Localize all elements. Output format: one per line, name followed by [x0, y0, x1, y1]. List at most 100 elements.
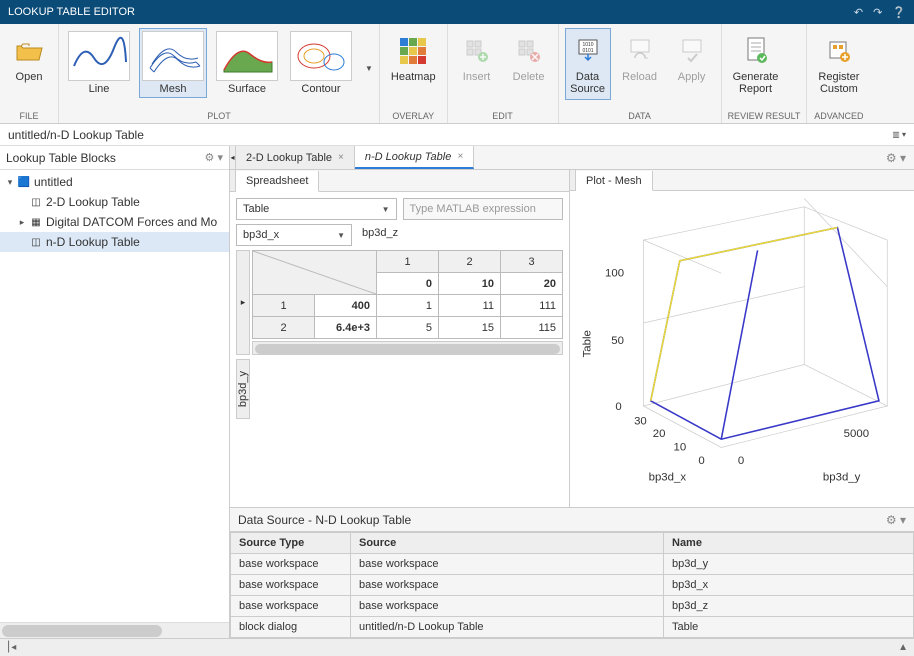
ribbon-group-data: 10100101 Data Source Reload Apply DATA	[559, 24, 722, 123]
nav-first-icon[interactable]: ⎮◂	[6, 642, 16, 653]
row-index[interactable]: 2	[253, 317, 315, 339]
apply-icon	[674, 33, 710, 69]
sidebar-header: Lookup Table Blocks ⚙ ▾	[0, 146, 229, 170]
bp-col[interactable]: 0	[377, 273, 439, 295]
y-axis-handle[interactable]: bp3d_y	[236, 359, 250, 419]
register-icon	[821, 33, 857, 69]
cell[interactable]: 115	[501, 317, 563, 339]
ds-row[interactable]: base workspacebase workspacebp3d_z	[231, 596, 914, 617]
reload-button: Reload	[617, 28, 663, 88]
col-source[interactable]: Source	[351, 533, 664, 554]
cell[interactable]: 15	[439, 317, 501, 339]
x-breakpoint-select[interactable]: bp3d_x▼	[236, 224, 352, 246]
ribbon-group-file: Open FILE	[0, 24, 59, 123]
delete-button: Delete	[506, 28, 552, 88]
table-select[interactable]: Table▼	[236, 198, 397, 220]
redo-icon[interactable]: ↷	[873, 6, 882, 19]
row-index[interactable]: 1	[253, 295, 315, 317]
tab-2d[interactable]: 2-D Lookup Table ×	[236, 146, 355, 169]
col-name[interactable]: Name	[664, 533, 914, 554]
tab-options-icon[interactable]: ⚙ ▾	[878, 146, 914, 169]
heatmap-button[interactable]: Heatmap	[386, 28, 441, 88]
ds-row[interactable]: base workspacebase workspacebp3d_y	[231, 554, 914, 575]
reload-icon	[622, 33, 658, 69]
cell[interactable]: 1	[377, 295, 439, 317]
col-index[interactable]: 3	[501, 251, 563, 273]
cell[interactable]: 5	[377, 317, 439, 339]
help-icon[interactable]: ❔	[892, 6, 906, 19]
cell[interactable]: 111	[501, 295, 563, 317]
svg-text:0: 0	[615, 401, 621, 413]
plot-more-icon[interactable]: ▼	[365, 64, 373, 73]
plot-contour-button[interactable]: Contour	[287, 28, 355, 98]
tree-item-2d[interactable]: ◫ 2-D Lookup Table	[0, 192, 229, 212]
spreadsheet-tab[interactable]: Spreadsheet	[236, 171, 319, 192]
view-options-icon[interactable]: ▥ ▾	[892, 130, 906, 139]
breadcrumb[interactable]: untitled/n-D Lookup Table ▥ ▾	[0, 124, 914, 146]
open-button[interactable]: Open	[6, 28, 52, 88]
tree: ▾ 🟦 untitled ◫ 2-D Lookup Table ▸ ▦ Digi…	[0, 170, 229, 622]
insert-button: Insert	[454, 28, 500, 88]
col-index[interactable]: 2	[439, 251, 501, 273]
svg-text:30: 30	[634, 416, 647, 428]
data-source-panel: Data Source - N-D Lookup Table ⚙ ▾ Sourc…	[230, 507, 914, 638]
tree-item-root[interactable]: ▾ 🟦 untitled	[0, 172, 229, 192]
line-plot-icon	[68, 31, 130, 81]
generate-report-button[interactable]: Generate Report	[728, 28, 784, 100]
grid-scrollbar[interactable]	[252, 341, 563, 355]
heatmap-icon	[395, 33, 431, 69]
svg-text:50: 50	[611, 335, 624, 347]
ribbon-group-plot: Line Mesh Surface	[59, 24, 380, 123]
plot-surface-button[interactable]: Surface	[213, 28, 281, 98]
sidebar-options-icon[interactable]: ⚙ ▾	[205, 151, 223, 164]
ribbon: Open FILE Line Mesh	[0, 24, 914, 124]
spreadsheet-grid[interactable]: 1 2 3 0 10 20 1	[252, 250, 563, 339]
svg-text:20: 20	[653, 428, 666, 440]
data-source-icon: 10100101	[570, 33, 606, 69]
sidebar-scrollbar[interactable]	[0, 622, 229, 638]
ds-row[interactable]: base workspacebase workspacebp3d_x	[231, 575, 914, 596]
close-icon[interactable]: ×	[338, 152, 344, 163]
cell[interactable]: 11	[439, 295, 501, 317]
surface-plot-icon	[216, 31, 278, 81]
plot-mesh-button[interactable]: Mesh	[139, 28, 207, 98]
data-source-button[interactable]: 10100101 Data Source	[565, 28, 611, 100]
register-custom-button[interactable]: Register Custom	[813, 28, 864, 100]
report-icon	[738, 33, 774, 69]
svg-text:5000: 5000	[844, 428, 869, 440]
tab-nd[interactable]: n-D Lookup Table ×	[355, 146, 474, 169]
undo-icon[interactable]: ↶	[854, 6, 863, 19]
collapse-handle[interactable]: ▸	[236, 250, 250, 355]
tree-item-nd[interactable]: ◫ n-D Lookup Table	[0, 232, 229, 252]
svg-text:bp3d_y: bp3d_y	[823, 472, 861, 484]
expression-input[interactable]: Type MATLAB expression	[403, 198, 564, 220]
plot-canvas[interactable]: 0 50 100 Table 30 20 10 0 bp3d_x 0 5000 …	[570, 191, 914, 507]
svg-text:100: 100	[605, 267, 624, 279]
lut-icon: ◫	[28, 235, 44, 249]
svg-text:bp3d_x: bp3d_x	[649, 472, 687, 484]
spreadsheet-pane: Spreadsheet Table▼ Type MATLAB expressio…	[230, 170, 570, 507]
expand-icon[interactable]: ▾	[4, 177, 16, 188]
panel-options-icon[interactable]: ⚙ ▾	[886, 513, 906, 527]
titlebar: LOOKUP TABLE EDITOR ↶ ↷ ❔	[0, 0, 914, 24]
bp-col[interactable]: 10	[439, 273, 501, 295]
bp-col[interactable]: 20	[501, 273, 563, 295]
y-breakpoint-label: bp3d_y	[235, 367, 251, 411]
collapse-panel-icon[interactable]: ▲	[898, 642, 908, 653]
subsystem-icon: ▦	[28, 215, 44, 229]
close-icon[interactable]: ×	[457, 151, 463, 162]
plot-line-button[interactable]: Line	[65, 28, 133, 98]
expand-icon[interactable]: ▸	[16, 217, 28, 228]
bp-row[interactable]: 6.4e+3	[315, 317, 377, 339]
bp-row[interactable]: 400	[315, 295, 377, 317]
col-source-type[interactable]: Source Type	[231, 533, 351, 554]
plot-pane: Plot - Mesh	[570, 170, 914, 507]
tree-item-datcom[interactable]: ▸ ▦ Digital DATCOM Forces and Mo	[0, 212, 229, 232]
plot-tab[interactable]: Plot - Mesh	[576, 171, 653, 191]
ribbon-group-edit: Insert Delete EDIT	[448, 24, 559, 123]
mesh-plot-icon	[142, 31, 204, 81]
col-index[interactable]: 1	[377, 251, 439, 273]
svg-text:0101: 0101	[582, 48, 593, 54]
svg-text:Table: Table	[582, 330, 594, 357]
ds-row[interactable]: block dialoguntitled/n-D Lookup TableTab…	[231, 617, 914, 638]
